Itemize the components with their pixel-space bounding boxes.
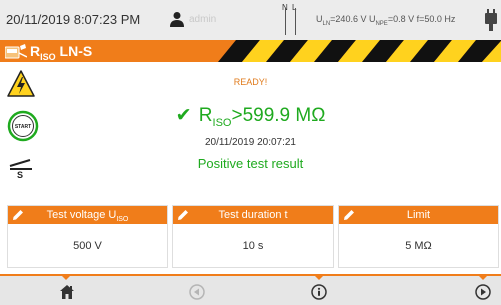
title-bar: RISO LN-S [0, 40, 501, 62]
test-voltage-panel[interactable]: Test voltage UISO 500 V [7, 205, 168, 268]
l-terminal-line [295, 8, 296, 35]
bottom-navigation-bar [0, 274, 501, 305]
home-icon[interactable] [59, 284, 75, 300]
function-title: RISO LN-S [30, 43, 93, 62]
limit-panel[interactable]: Limit 5 MΩ [338, 205, 499, 268]
edit-icon [344, 210, 354, 220]
measurement-result: ✔ RISO>599.9 MΩ [175, 105, 326, 129]
limit-header: Limit [339, 206, 498, 224]
home-notch [62, 276, 70, 280]
svg-text:S: S [17, 170, 23, 178]
bottom-bar-accent [0, 274, 501, 276]
status-bar: 20/11/2019 8:07:23 PM admin N L ULN=240.… [0, 0, 501, 40]
check-icon: ✔ [175, 105, 192, 126]
n-terminal-line [285, 8, 286, 35]
edit-icon [178, 210, 188, 220]
voltage-readings: ULN=240.6 V UNPE=0.8 V f=50.0 Hz [316, 14, 456, 27]
next-icon[interactable] [475, 284, 491, 300]
plug-icon [485, 9, 497, 31]
user-name: admin [189, 14, 217, 25]
result-message: Positive test result [197, 156, 304, 171]
test-voltage-value: 500 V [73, 240, 102, 252]
back-icon[interactable] [189, 284, 205, 300]
test-duration-header: Test duration t [173, 206, 333, 224]
measurement-icon [5, 44, 27, 59]
info-icon[interactable] [311, 284, 327, 300]
test-duration-panel[interactable]: Test duration t 10 s [172, 205, 334, 268]
test-voltage-header: Test voltage UISO [8, 206, 167, 224]
ready-status: READY! [233, 77, 268, 87]
result-timestamp: 20/11/2019 20:07:21 [204, 137, 296, 148]
limit-value: 5 MΩ [405, 240, 432, 252]
info-notch [315, 276, 323, 280]
edit-icon [13, 210, 23, 220]
test-duration-value: 10 s [242, 240, 264, 252]
status-datetime: 20/11/2019 8:07:23 PM [6, 12, 141, 27]
next-notch [479, 276, 487, 280]
user-icon [170, 12, 184, 27]
hazard-stripes [198, 40, 501, 62]
